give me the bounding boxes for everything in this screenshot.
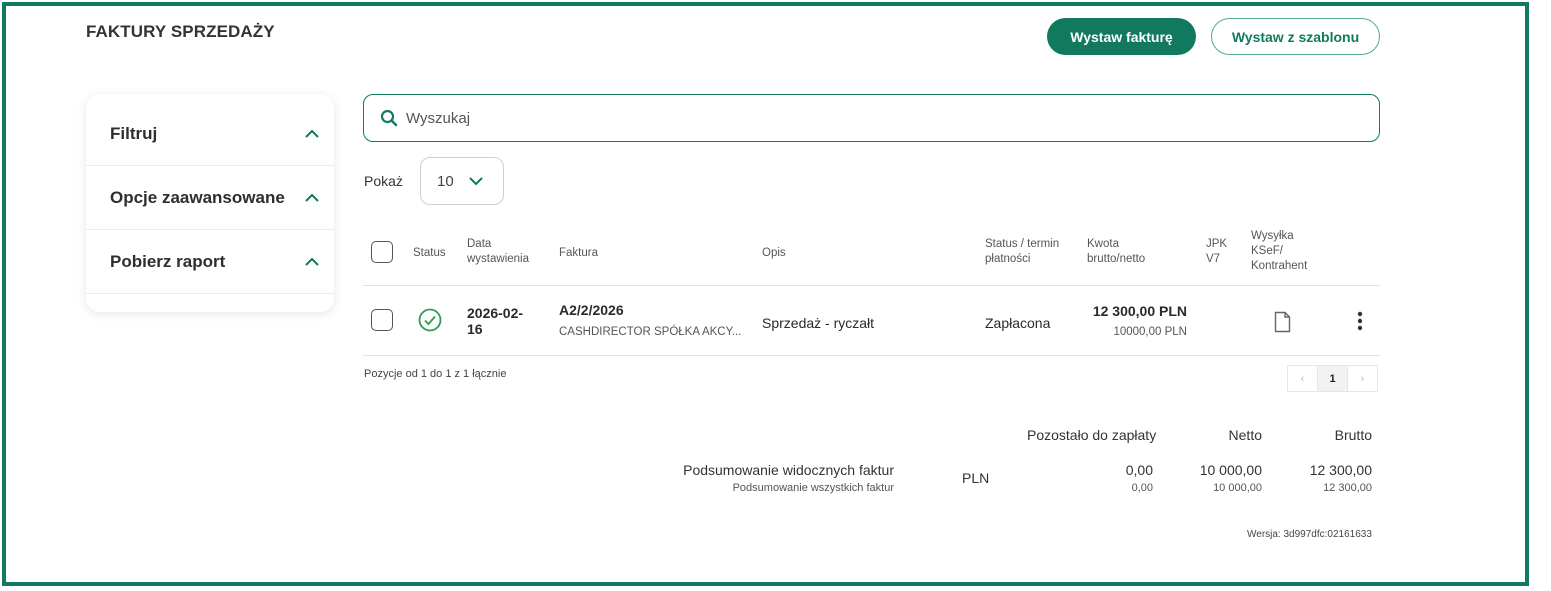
chevron-up-icon — [305, 193, 319, 202]
issue-date-line2: 16 — [467, 321, 483, 337]
header-amount-line2: brutto/netto — [1087, 253, 1146, 265]
chevron-up-icon — [305, 129, 319, 138]
header-amount-line1: Kwota — [1087, 238, 1119, 250]
header-status: Status — [413, 247, 446, 259]
summary-visible-remaining: 0,00 — [1125, 462, 1153, 478]
summary-header-remaining: Pozostało do zapłaty — [1027, 427, 1157, 443]
invoice-description: Sprzedaż - ryczałt — [762, 315, 875, 331]
search-input[interactable] — [406, 109, 1306, 127]
summary-currency: PLN — [962, 470, 990, 486]
summary-all-label: Podsumowanie wszystkich faktur — [732, 482, 894, 494]
header-ksef-line1: Wysyłka — [1251, 230, 1294, 242]
next-page-button[interactable]: › — [1347, 365, 1378, 392]
select-all-checkbox[interactable] — [371, 241, 393, 263]
summary-visible-label: Podsumowanie widocznych faktur — [683, 462, 894, 478]
net-amount: 10000,00 PLN — [1113, 326, 1187, 338]
contractor-name: CASHDIRECTOR SPÓŁKA AKCY... — [559, 326, 742, 338]
table-row-divider — [363, 355, 1380, 356]
header-ksef: Wysyłka KSeF/ Kontrahent — [1251, 229, 1307, 274]
sidebar-item-download-report[interactable]: Pobierz raport — [86, 230, 334, 294]
summary-all-remaining: 0,00 — [1131, 482, 1153, 494]
issue-date: 2026-02- 16 — [467, 305, 523, 337]
sidebar-item-advanced-options[interactable]: Opcje zaawansowane — [86, 166, 334, 230]
invoice-number[interactable]: A2/2/2026 — [559, 302, 624, 318]
header-payment-status: Status / termin płatności — [985, 237, 1059, 267]
header-ksef-line2: KSeF/ — [1251, 245, 1283, 257]
summary-visible-net: 10 000,00 — [1199, 462, 1262, 478]
table-header-divider — [363, 285, 1380, 286]
header-amount: Kwota brutto/netto — [1087, 237, 1145, 267]
header-issue-date: Data wystawienia — [467, 237, 529, 267]
header-payment-status-line2: płatności — [985, 253, 1031, 265]
sidebar-item-label: Pobierz raport — [110, 251, 226, 271]
more-options-icon[interactable] — [1356, 311, 1364, 331]
summary-all-net: 10 000,00 — [1213, 482, 1262, 494]
gross-amount: 12 300,00 PLN — [1092, 303, 1187, 319]
header-payment-status-line1: Status / termin — [985, 238, 1060, 250]
payment-status: Zapłacona — [985, 315, 1051, 331]
page-title: FAKTURY SPRZEDAŻY — [86, 22, 275, 41]
header-issue-date-line1: Data — [467, 238, 492, 250]
sidebar-item-label: Opcje zaawansowane — [110, 187, 285, 207]
issue-date-line1: 2026-02- — [467, 305, 524, 321]
page-size-select[interactable]: 10 — [420, 157, 504, 205]
filter-sidebar: Filtruj Opcje zaawansowane Pobierz rapor… — [86, 94, 334, 312]
header-jpk-line1: JPK — [1206, 238, 1228, 250]
app-version: Wersja: 3d997dfc:02161633 — [1247, 529, 1372, 540]
summary-header-gross: Brutto — [1334, 427, 1372, 443]
chevron-up-icon — [305, 257, 319, 266]
header-issue-date-line2: wystawienia — [467, 253, 529, 265]
pagination-info: Pozycje od 1 do 1 z 1 łącznie — [364, 368, 507, 380]
chevron-down-icon — [468, 177, 483, 186]
paid-status-check-icon — [418, 308, 442, 332]
summary-header-net: Netto — [1228, 427, 1262, 443]
page-size-label: Pokaż — [364, 173, 403, 189]
issue-invoice-button[interactable]: Wystaw fakturę — [1047, 18, 1196, 55]
pagination: ‹ 1 › — [1287, 365, 1378, 392]
page-1-button[interactable]: 1 — [1317, 365, 1348, 392]
prev-page-button[interactable]: ‹ — [1287, 365, 1318, 392]
issue-from-template-button[interactable]: Wystaw z szablonu — [1211, 18, 1380, 55]
header-jpk: JPK V7 — [1206, 237, 1227, 267]
summary-all-gross: 12 300,00 — [1323, 482, 1372, 494]
header-jpk-line2: V7 — [1206, 253, 1221, 265]
row-checkbox[interactable] — [371, 309, 393, 331]
document-icon[interactable] — [1274, 311, 1291, 333]
header-invoice: Faktura — [559, 247, 598, 259]
header-ksef-line3: Kontrahent — [1251, 260, 1308, 272]
header-description: Opis — [762, 247, 786, 259]
sidebar-item-filter[interactable]: Filtruj — [86, 102, 334, 166]
search-box — [363, 94, 1380, 142]
sidebar-item-label: Filtruj — [110, 123, 158, 143]
page-size-value: 10 — [437, 172, 454, 190]
search-icon — [380, 109, 398, 127]
summary-visible-gross: 12 300,00 — [1309, 462, 1372, 478]
